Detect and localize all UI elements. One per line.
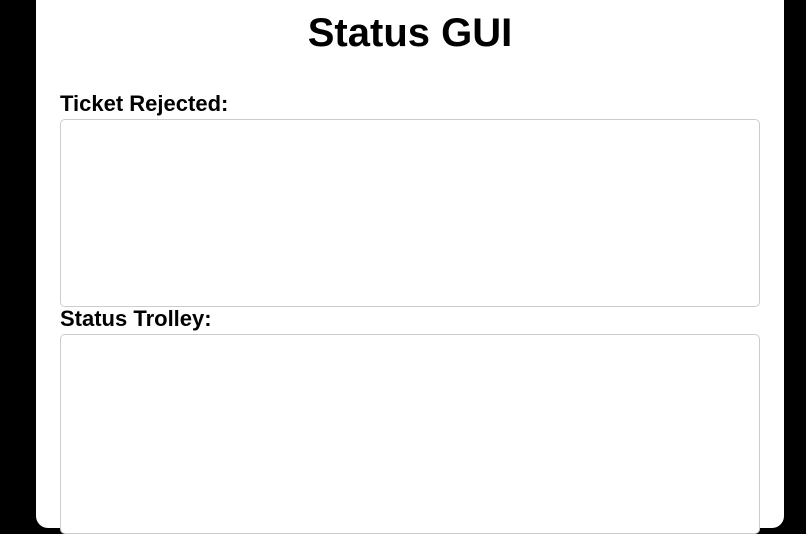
ticket-rejected-textarea[interactable] bbox=[60, 119, 760, 307]
status-trolley-textarea[interactable] bbox=[60, 334, 760, 534]
status-panel: Status GUI Ticket Rejected: Status Troll… bbox=[36, 0, 784, 534]
page-title: Status GUI bbox=[307, 11, 513, 55]
ticket-rejected-label: Ticket Rejected: bbox=[60, 91, 229, 116]
status-trolley-label: Status Trolley: bbox=[60, 306, 212, 331]
